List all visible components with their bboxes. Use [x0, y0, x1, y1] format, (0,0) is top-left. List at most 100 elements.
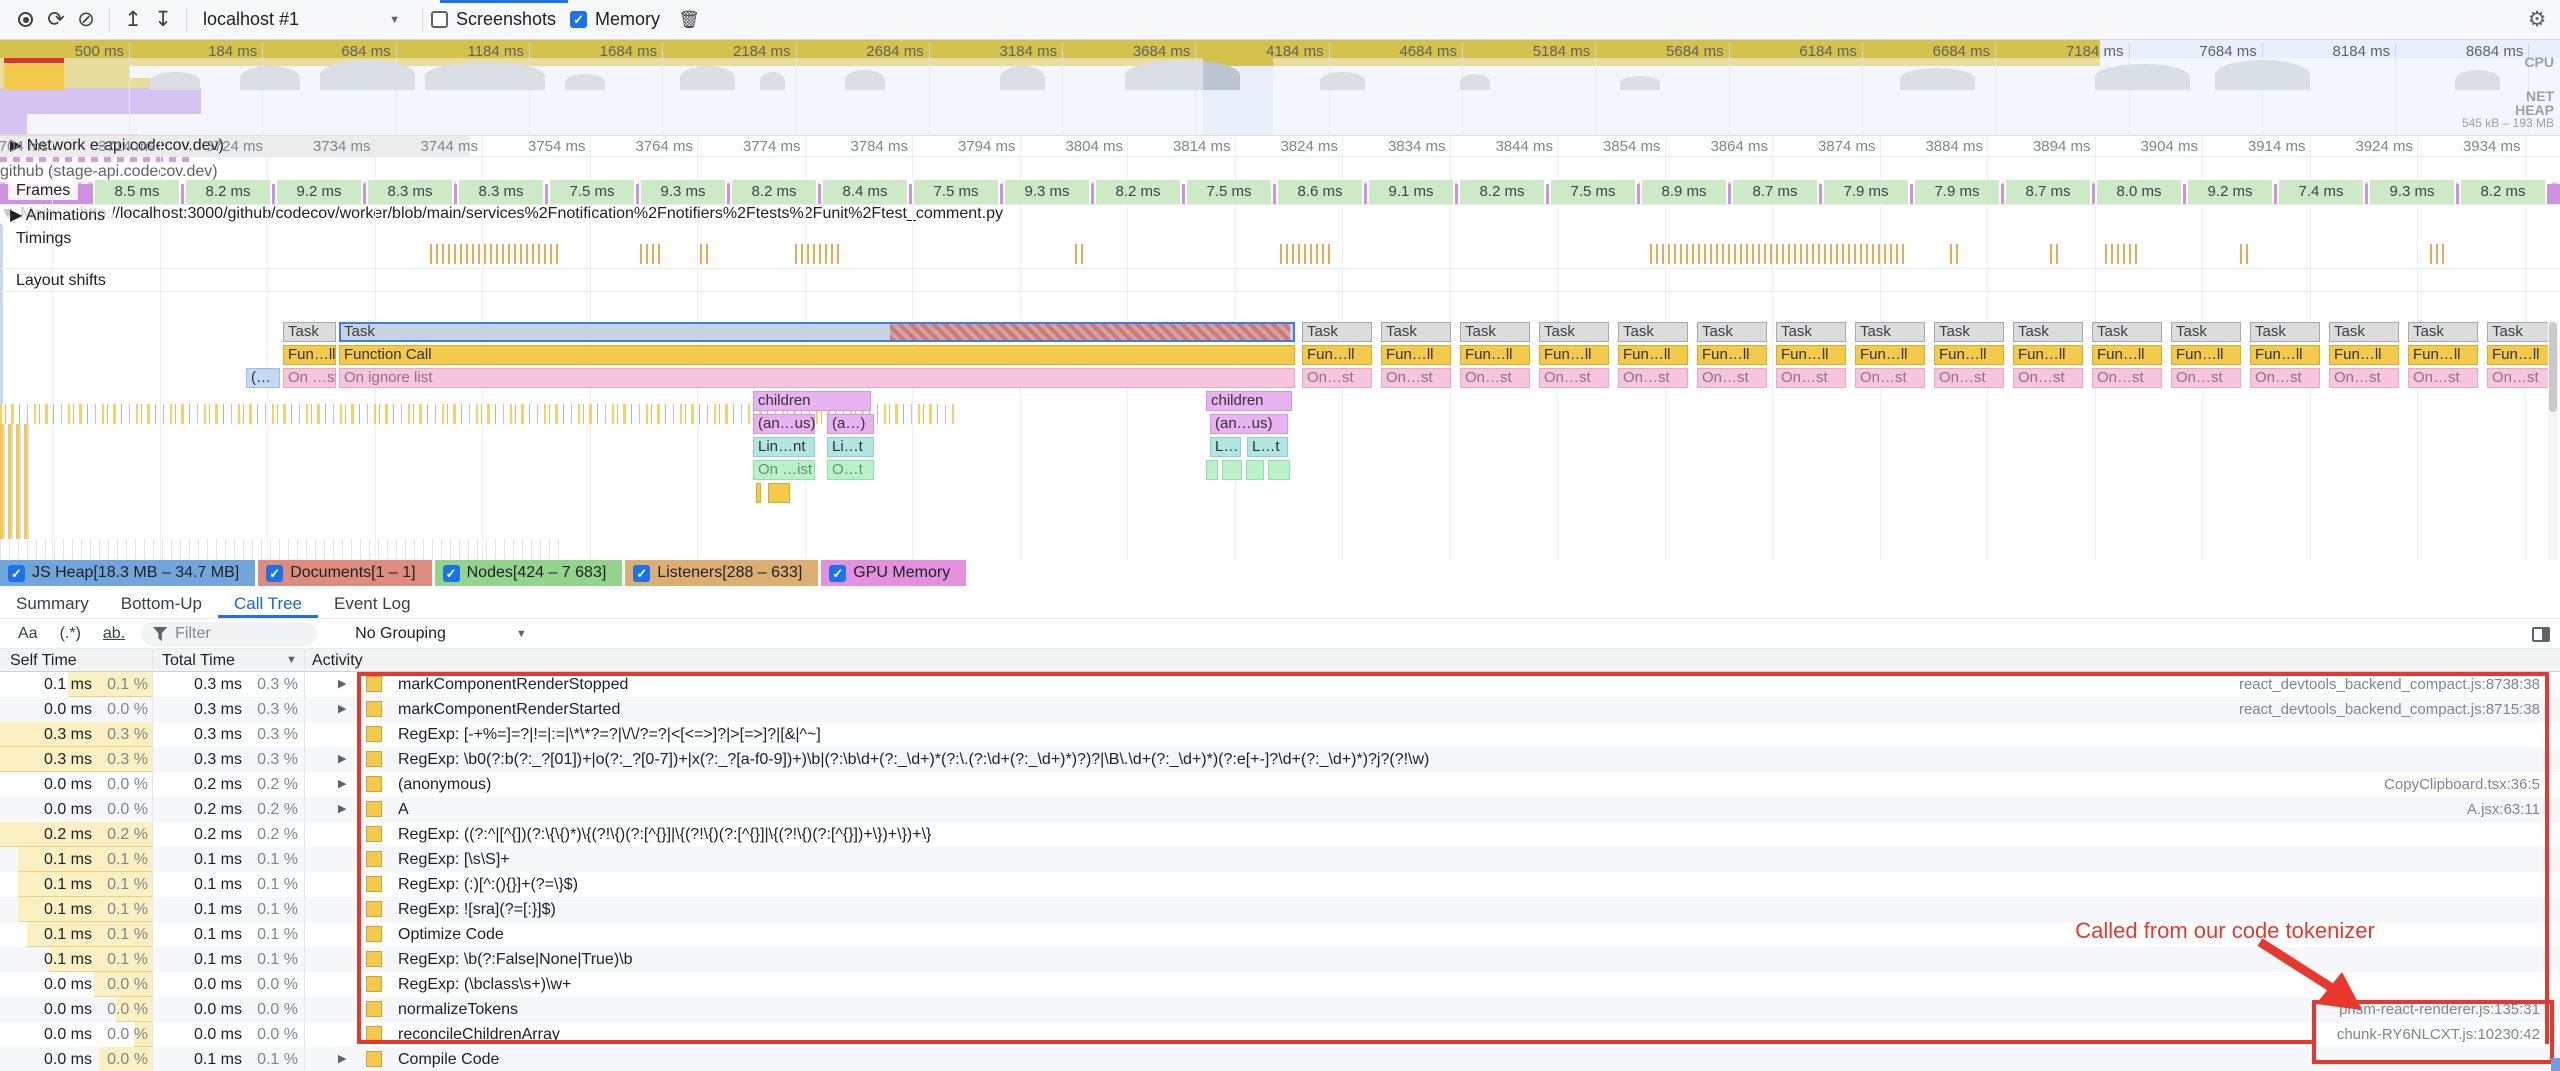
frame-cell[interactable]: 9.3 ms: [639, 180, 727, 204]
counter-checkbox[interactable]: ✓: [8, 565, 25, 582]
frame-cell[interactable]: 8.2 ms: [1458, 180, 1546, 204]
flame-task-small[interactable]: Task: [1460, 322, 1530, 342]
flame-function-call-small[interactable]: Fun…ll: [2408, 345, 2478, 365]
flame-task-small[interactable]: Task: [1934, 322, 2004, 342]
flame-block[interactable]: [1206, 460, 1218, 480]
column-divider[interactable]: [152, 649, 153, 1071]
flame-block[interactable]: [1268, 460, 1290, 480]
flame-block[interactable]: On…st: [1539, 368, 1609, 388]
flame-block[interactable]: On…st: [1460, 368, 1530, 388]
flame-task-small[interactable]: Task: [2250, 322, 2320, 342]
reload-icon[interactable]: ⟳: [41, 0, 71, 40]
flame-anonymous[interactable]: (an…us): [1210, 414, 1288, 434]
flame-function-call-small[interactable]: Fun…ll: [1381, 345, 1451, 365]
flame-block[interactable]: Lin…nt: [753, 437, 815, 457]
regex-button[interactable]: (.*): [54, 623, 87, 645]
tab-bottom-up[interactable]: Bottom-Up: [105, 590, 218, 618]
flame-on-ignore-list[interactable]: On ignore list: [339, 368, 1295, 388]
col-activity[interactable]: Activity: [312, 649, 363, 672]
table-row[interactable]: 0.0 ms0.0 %0.0 ms0.0 %normalizeTokenspri…: [0, 997, 2560, 1022]
flame-children[interactable]: children: [753, 391, 871, 411]
table-row[interactable]: 0.0 ms0.0 %0.2 ms0.2 %▶AA.jsx:63:11: [0, 797, 2560, 822]
source-link[interactable]: react_devtools_backend_compact.js:8715:3…: [2239, 697, 2540, 722]
flame-block[interactable]: On…st: [1381, 368, 1451, 388]
flame-task-small[interactable]: Task: [2013, 322, 2083, 342]
flame-task-small[interactable]: Task: [283, 322, 336, 342]
flame-task-small[interactable]: Task: [1697, 322, 1767, 342]
table-row[interactable]: 0.1 ms0.1 %0.1 ms0.1 %RegExp: \b(?:False…: [0, 947, 2560, 972]
table-row[interactable]: 0.0 ms0.0 %0.0 ms0.0 %reconcileChildrenA…: [0, 1022, 2560, 1047]
flame-task-small[interactable]: Task: [2329, 322, 2399, 342]
flame-task-small[interactable]: Task: [2092, 322, 2162, 342]
flame-task-small[interactable]: Task: [1776, 322, 1846, 342]
table-row[interactable]: 0.1 ms0.1 %0.3 ms0.3 %▶markComponentRend…: [0, 672, 2560, 697]
row-expander-icon[interactable]: ▶: [338, 772, 346, 797]
flame-function-call-small[interactable]: Fun…ll: [1618, 345, 1688, 365]
table-row[interactable]: 0.0 ms0.0 %0.3 ms0.3 %▶markComponentRend…: [0, 697, 2560, 722]
timeline-overview[interactable]: 500 ms184 ms684 ms1184 ms1684 ms2184 ms2…: [0, 40, 2560, 136]
frame-cell[interactable]: 8.2 ms: [184, 180, 272, 204]
whole-word-button[interactable]: ab.: [97, 623, 131, 645]
frame-cell[interactable]: 9.3 ms: [2368, 180, 2456, 204]
flame-scrollbar[interactable]: [2548, 320, 2558, 560]
save-profile-icon[interactable]: ↧: [148, 0, 178, 40]
table-row[interactable]: 0.3 ms0.3 %0.3 ms0.3 %▶RegExp: \b0(?:b(?…: [0, 747, 2560, 772]
gear-icon[interactable]: ⚙: [2522, 0, 2552, 40]
flame-function-call-small[interactable]: Fun…ll: [2329, 345, 2399, 365]
flame-task-small[interactable]: Task: [1381, 322, 1451, 342]
frame-cell[interactable]: 7.5 ms: [1185, 180, 1273, 204]
flame-block[interactable]: On …ist: [753, 460, 815, 480]
animations-track-label[interactable]: ▶ Animations: [2, 206, 113, 226]
clear-icon[interactable]: ⊘: [71, 0, 101, 40]
flame-function-call-small[interactable]: Fun…ll: [2250, 345, 2320, 365]
flame-block[interactable]: On…st: [1697, 368, 1767, 388]
flame-task-small[interactable]: Task: [1539, 322, 1609, 342]
flame-block[interactable]: On…st: [2092, 368, 2162, 388]
flame-block[interactable]: On…st: [1776, 368, 1846, 388]
flame-function-call-small[interactable]: Fun…ll: [1776, 345, 1846, 365]
frame-cell[interactable]: 8.0 ms: [2095, 180, 2183, 204]
flame-block[interactable]: On…st: [2013, 368, 2083, 388]
frame-cell[interactable]: 8.5 ms: [93, 180, 181, 204]
flame-block[interactable]: On…st: [1302, 368, 1372, 388]
counter-checkbox[interactable]: ✓: [829, 565, 846, 582]
flame-function-call-small[interactable]: Fun…ll: [2487, 345, 2557, 365]
show-sidebar-icon[interactable]: [2532, 627, 2550, 642]
flame-function-call-small[interactable]: Fun…ll: [1934, 345, 2004, 365]
flame-block[interactable]: [756, 483, 761, 503]
frame-cell[interactable]: 7.4 ms: [2277, 180, 2365, 204]
source-link[interactable]: react_devtools_backend_compact.js:8738:3…: [2239, 672, 2540, 697]
flame-function-call-small[interactable]: Fun…ll: [1302, 345, 1372, 365]
frame-cell[interactable]: 7.9 ms: [1822, 180, 1910, 204]
counter-toggle[interactable]: ✓Documents[1 – 1]: [258, 560, 431, 586]
flame-function-call-small[interactable]: Fun…ll: [2092, 345, 2162, 365]
tab-summary[interactable]: Summary: [0, 590, 105, 618]
frame-cell[interactable]: 8.2 ms: [730, 180, 818, 204]
flame-function-call-small[interactable]: Fun…ll: [1855, 345, 1925, 365]
flame-block[interactable]: On…st: [2171, 368, 2241, 388]
flame-block[interactable]: [1246, 460, 1264, 480]
frame-cell[interactable]: 8.4 ms: [821, 180, 909, 204]
frame-cell[interactable]: 9.2 ms: [275, 180, 363, 204]
col-self-time[interactable]: Self Time: [10, 649, 77, 672]
flame-function-call-small[interactable]: Fun…ll: [2171, 345, 2241, 365]
table-row[interactable]: 0.0 ms0.0 %0.2 ms0.2 %▶(anonymous)CopyCl…: [0, 772, 2560, 797]
flame-block[interactable]: On…st: [1934, 368, 2004, 388]
flame-children[interactable]: children: [1206, 391, 1292, 411]
record-icon[interactable]: [18, 12, 33, 27]
flame-block[interactable]: On…st: [2408, 368, 2478, 388]
counter-toggle[interactable]: ✓Listeners[288 – 633]: [625, 560, 818, 586]
frame-cell[interactable]: 8.2 ms: [1094, 180, 1182, 204]
source-link[interactable]: A.jsx:63:11: [2467, 797, 2540, 822]
flame-block[interactable]: On…st: [1855, 368, 1925, 388]
grid-scroll-corner[interactable]: [2551, 1058, 2560, 1071]
row-expander-icon[interactable]: ▶: [338, 672, 346, 697]
source-link[interactable]: chunk-RY6NLCXT.js:10230:42: [2337, 1022, 2540, 1047]
frame-cell[interactable]: 7.5 ms: [548, 180, 636, 204]
frame-cell[interactable]: 9.2 ms: [2186, 180, 2274, 204]
flame-block[interactable]: On…st: [2329, 368, 2399, 388]
frame-cell[interactable]: 8.7 ms: [2004, 180, 2092, 204]
frame-cell[interactable]: 8.9 ms: [1640, 180, 1728, 204]
source-link[interactable]: CopyClipboard.tsx:36:5: [2384, 772, 2540, 797]
flame-task-small[interactable]: Task: [2487, 322, 2557, 342]
